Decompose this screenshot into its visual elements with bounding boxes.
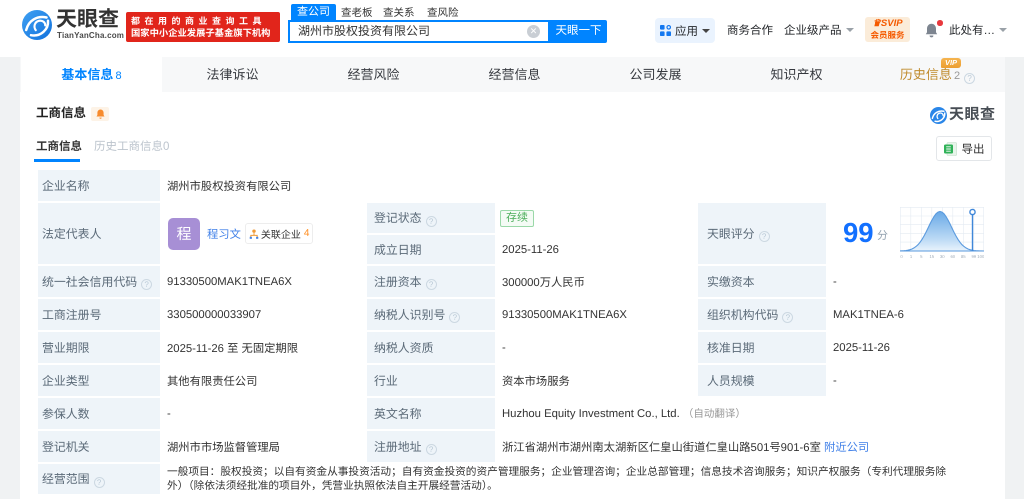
svg-text:85: 85: [961, 254, 966, 259]
svg-text:0: 0: [900, 254, 903, 259]
svg-text:5: 5: [920, 254, 923, 259]
svg-text:30: 30: [940, 254, 945, 259]
svg-text:15: 15: [929, 254, 934, 259]
svg-text:99: 99: [971, 254, 976, 259]
svg-text:1: 1: [910, 254, 913, 259]
svg-text:100: 100: [977, 254, 984, 259]
svg-text:60: 60: [950, 254, 955, 259]
